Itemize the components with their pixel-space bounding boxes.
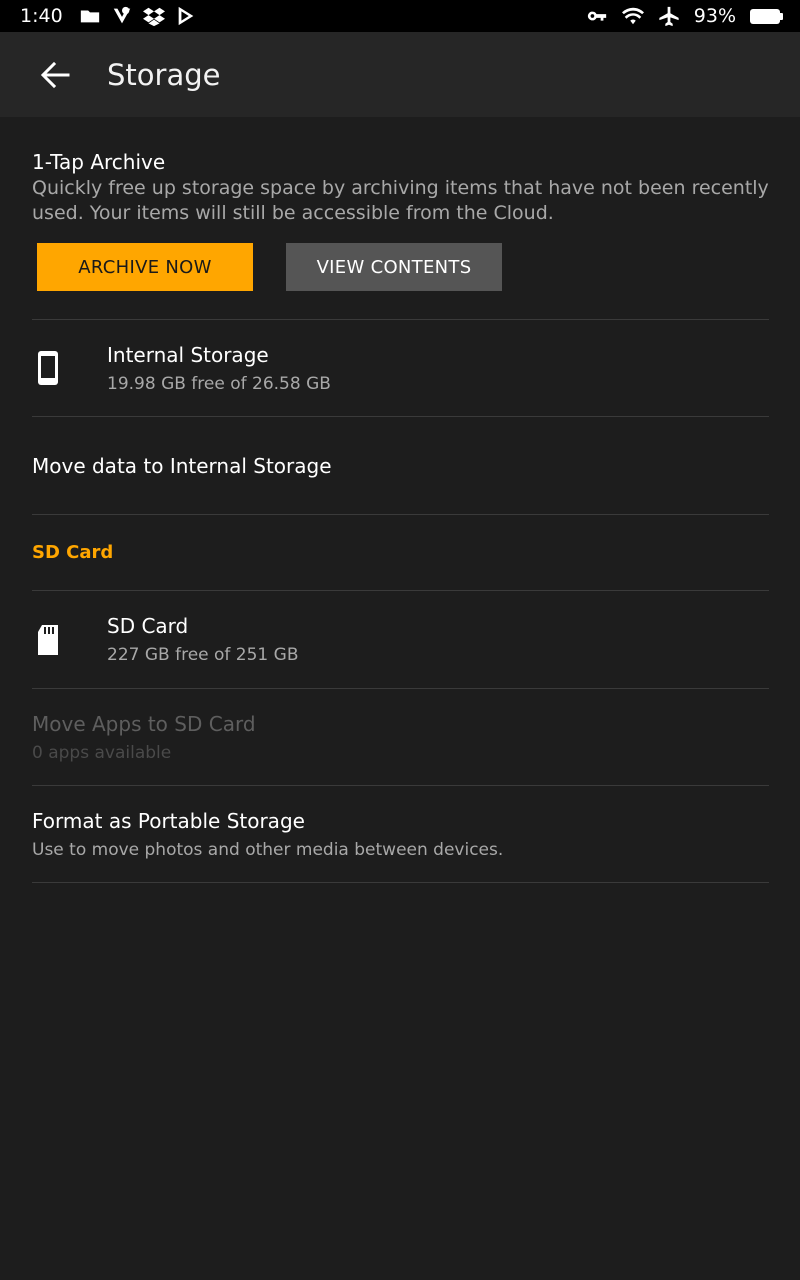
format-portable-row[interactable]: Format as Portable Storage Use to move p… <box>32 786 769 883</box>
move-apps-sd-subtitle: 0 apps available <box>32 742 172 763</box>
archive-now-button[interactable]: ARCHIVE NOW <box>37 243 253 291</box>
dropbox-icon <box>142 5 165 27</box>
move-apps-sd-title: Move Apps to SD Card <box>32 711 256 736</box>
app-bar: Storage <box>0 32 800 117</box>
move-data-internal-title: Move data to Internal Storage <box>32 453 332 478</box>
move-data-internal-row[interactable]: Move data to Internal Storage <box>32 417 769 515</box>
internal-storage-row[interactable]: Internal Storage 19.98 GB free of 26.58 … <box>32 320 769 417</box>
move-apps-sd-row: Move Apps to SD Card 0 apps available <box>32 689 769 786</box>
archive-description: Quickly free up storage space by archivi… <box>32 177 769 224</box>
wifi-icon <box>621 5 644 27</box>
arrow-left-icon <box>40 61 70 88</box>
status-time: 1:40 <box>20 5 63 27</box>
archive-section: 1-Tap Archive Quickly free up storage sp… <box>32 117 769 320</box>
page-title: Storage <box>107 57 221 92</box>
battery-icon <box>750 8 783 24</box>
vpn-key-icon <box>586 5 608 27</box>
sd-card-section-header: SD Card <box>32 515 769 591</box>
airplane-icon <box>658 5 680 27</box>
status-bar-left: 1:40 <box>20 5 197 27</box>
sd-card-icon <box>32 622 107 658</box>
status-bar-right: 93% <box>586 5 783 27</box>
move-apps-sd-text: Move Apps to SD Card 0 apps available <box>32 711 256 764</box>
sd-card-text: SD Card 227 GB free of 251 GB <box>107 613 299 666</box>
battery-percent: 93% <box>693 5 736 27</box>
format-portable-text: Format as Portable Storage Use to move p… <box>32 808 503 861</box>
format-portable-subtitle: Use to move photos and other media betwe… <box>32 839 504 860</box>
storage-content: 1-Tap Archive Quickly free up storage sp… <box>32 117 769 883</box>
back-button[interactable] <box>20 40 90 110</box>
check-shield-icon <box>111 5 133 27</box>
sd-card-subtitle: 227 GB free of 251 GB <box>107 645 299 665</box>
internal-storage-subtitle: 19.98 GB free of 26.58 GB <box>107 373 331 394</box>
internal-storage-title: Internal Storage <box>107 342 269 367</box>
status-bar: 1:40 93% <box>0 0 800 32</box>
archive-button-row: ARCHIVE NOW VIEW CONTENTS <box>37 243 769 291</box>
sd-card-title: SD Card <box>107 614 189 638</box>
sd-card-row[interactable]: SD Card 227 GB free of 251 GB <box>32 591 769 689</box>
play-store-icon <box>175 5 197 27</box>
internal-storage-text: Internal Storage 19.98 GB free of 26.58 … <box>107 342 331 395</box>
format-portable-title: Format as Portable Storage <box>32 808 305 833</box>
archive-heading: 1-Tap Archive <box>32 150 166 174</box>
view-contents-button[interactable]: VIEW CONTENTS <box>286 243 502 291</box>
phone-icon <box>32 350 107 386</box>
folder-icon <box>79 5 101 27</box>
